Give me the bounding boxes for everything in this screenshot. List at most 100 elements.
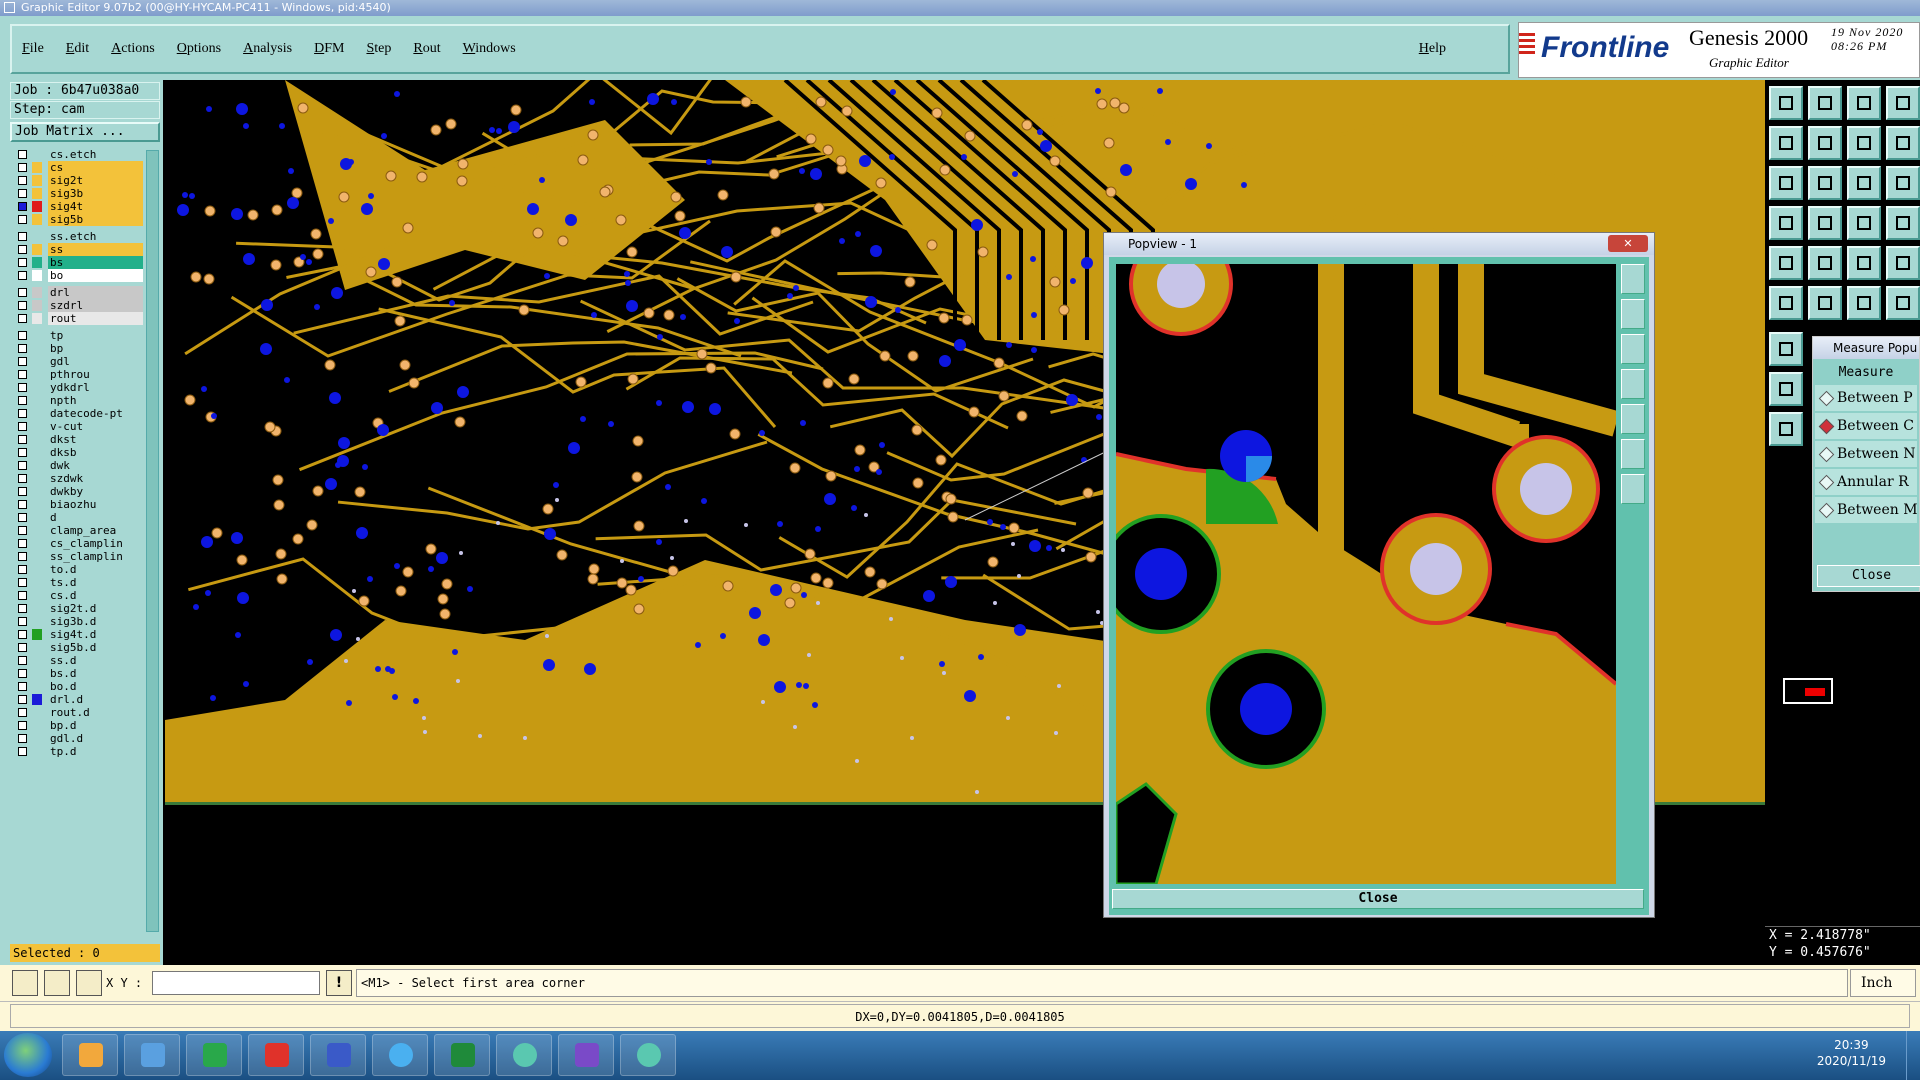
layer-row[interactable]: szdwk — [12, 472, 143, 485]
layer-row[interactable]: ts.d — [12, 576, 143, 589]
layer-checkbox[interactable] — [18, 370, 27, 379]
layer-checkbox[interactable] — [18, 513, 27, 522]
select-arrow-tool-button[interactable] — [1769, 412, 1803, 446]
layer-checkbox[interactable] — [18, 422, 27, 431]
layer-checkbox[interactable] — [18, 487, 27, 496]
layer-row[interactable]: drl — [12, 286, 143, 299]
layer-checkbox[interactable] — [18, 344, 27, 353]
layer-row[interactable]: v-cut — [12, 420, 143, 433]
layer-row[interactable]: npth — [12, 394, 143, 407]
layer-row[interactable]: szdrl — [12, 299, 143, 312]
line-tool-button[interactable] — [1808, 246, 1842, 280]
layer-checkbox[interactable] — [18, 396, 27, 405]
job-matrix-button[interactable]: Job Matrix ... — [10, 122, 160, 142]
layer-checkbox[interactable] — [18, 258, 27, 267]
layer-checkbox[interactable] — [18, 539, 27, 548]
layer-checkbox[interactable] — [18, 500, 27, 509]
layer-checkbox[interactable] — [18, 163, 27, 172]
drc-tool-button[interactable] — [1769, 332, 1803, 366]
layer-checkbox[interactable] — [18, 314, 27, 323]
layer-row[interactable]: sig3b — [12, 187, 143, 200]
ratio-tool-button[interactable] — [1847, 166, 1881, 200]
layer-row[interactable]: bs.d — [12, 667, 143, 680]
menu-rout[interactable]: Rout — [413, 41, 440, 57]
layer-checkbox[interactable] — [18, 176, 27, 185]
taskbar-app-genesis[interactable] — [620, 1034, 676, 1076]
taskbar-app-bird[interactable] — [372, 1034, 428, 1076]
network-tool-button[interactable] — [1847, 286, 1881, 320]
layer-row[interactable]: pthrou — [12, 368, 143, 381]
select-tool-button[interactable] — [1886, 246, 1920, 280]
layer-checkbox[interactable] — [18, 409, 27, 418]
layer-checkbox[interactable] — [18, 526, 27, 535]
zoom-fit-tool-button[interactable] — [1808, 166, 1842, 200]
menu-options[interactable]: Options — [177, 41, 221, 57]
layer-checkbox[interactable] — [18, 578, 27, 587]
popview-zoom-view[interactable] — [1116, 264, 1616, 884]
taskbar-app-shell[interactable] — [62, 1034, 118, 1076]
layer-checkbox[interactable] — [18, 461, 27, 470]
xy-input[interactable] — [152, 971, 320, 995]
layer-checkbox[interactable] — [18, 357, 27, 366]
taskbar-app-save[interactable] — [310, 1034, 366, 1076]
cross-tool-button[interactable] — [1808, 286, 1842, 320]
show-desktop-button[interactable] — [1906, 1031, 1920, 1080]
layer-row[interactable]: bp — [12, 342, 143, 355]
layer-checkbox[interactable] — [18, 565, 27, 574]
layer-row[interactable]: rout — [12, 312, 143, 325]
layer-row[interactable]: d — [12, 511, 143, 524]
layer-row[interactable]: clamp_area — [12, 524, 143, 537]
menu-dfm[interactable]: DFM — [314, 41, 344, 57]
pan-tool-button[interactable] — [1886, 86, 1920, 120]
layer-checkbox[interactable] — [18, 435, 27, 444]
taskbar-app-x[interactable] — [558, 1034, 614, 1076]
layer-row[interactable]: dksb — [12, 446, 143, 459]
layer-row[interactable]: cs.d — [12, 589, 143, 602]
layer-checkbox[interactable] — [18, 617, 27, 626]
layer-checkbox[interactable] — [18, 202, 27, 211]
layer-list-scrollbar[interactable] — [146, 150, 159, 932]
zoom-in-tool-button[interactable] — [1808, 86, 1842, 120]
layer-row[interactable]: sig4t — [12, 200, 143, 213]
measure-option-between-p[interactable]: Between P — [1815, 385, 1917, 411]
menu-step[interactable]: Step — [366, 41, 391, 57]
taskbar-app-p[interactable] — [186, 1034, 242, 1076]
zoom-window-tool-button[interactable] — [1769, 166, 1803, 200]
layer-checkbox[interactable] — [18, 474, 27, 483]
layer-checkbox[interactable] — [18, 288, 27, 297]
measure-option-between-c[interactable]: Between C — [1815, 413, 1917, 439]
layer-row[interactable]: sig2t — [12, 174, 143, 187]
layer-checkbox[interactable] — [18, 271, 27, 280]
ruler-tool-button[interactable] — [1886, 126, 1920, 160]
layer-row[interactable]: ss.etch — [12, 230, 143, 243]
measure-close-button[interactable]: Close — [1817, 565, 1920, 587]
layer-row[interactable]: sig3b.d — [12, 615, 143, 628]
layer-row[interactable]: dwkby — [12, 485, 143, 498]
layer-row[interactable]: sig2t.d — [12, 602, 143, 615]
layer-row[interactable]: drl.d — [12, 693, 143, 706]
layer-row[interactable]: bo — [12, 269, 143, 282]
layer-row[interactable]: gdl.d — [12, 732, 143, 745]
popview-center-button[interactable] — [1621, 474, 1645, 504]
menu-edit[interactable]: Edit — [66, 41, 89, 57]
layer-row[interactable]: cs.etch — [12, 148, 143, 161]
layer-row[interactable]: sig4t.d — [12, 628, 143, 641]
measure-mode-icon[interactable] — [44, 970, 70, 996]
zoom-out-tool-button[interactable] — [1847, 86, 1881, 120]
fit-tool-button[interactable] — [1847, 126, 1881, 160]
menu-analysis[interactable]: Analysis — [243, 41, 292, 57]
layer-checkbox[interactable] — [18, 189, 27, 198]
layer-checkbox[interactable] — [18, 448, 27, 457]
layer-row[interactable]: bs — [12, 256, 143, 269]
popview-close-button[interactable]: Close — [1112, 889, 1644, 909]
layer-row[interactable]: bp.d — [12, 719, 143, 732]
unit-selector[interactable]: Inch — [1850, 969, 1916, 997]
layer-checkbox[interactable] — [18, 669, 27, 678]
layer-checkbox[interactable] — [18, 747, 27, 756]
layer-row[interactable]: sig5b — [12, 213, 143, 226]
layer-row[interactable]: datecode-pt — [12, 407, 143, 420]
popview-zoom-in-button[interactable] — [1621, 299, 1645, 329]
area-tool-button[interactable] — [1769, 372, 1803, 406]
layer-row[interactable]: gdl — [12, 355, 143, 368]
menu-file[interactable]: File — [22, 41, 44, 57]
